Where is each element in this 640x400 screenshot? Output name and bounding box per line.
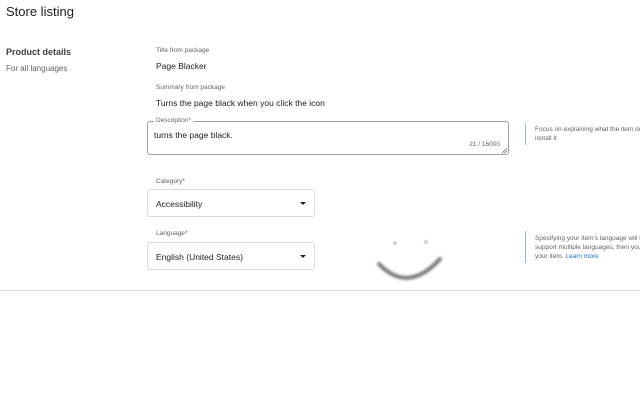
- section-subtitle: For all languages: [6, 64, 68, 73]
- description-hint-line: Focus on explaining what the item does: [535, 126, 640, 133]
- summary-from-package-label: Summary from package: [156, 84, 225, 91]
- language-selected-value: English (United States): [156, 252, 243, 262]
- description-text[interactable]: turns the page black.: [154, 130, 233, 140]
- language-select[interactable]: English (United States): [147, 242, 315, 270]
- description-textarea[interactable]: turns the page black. 21 / 16000: [147, 121, 509, 155]
- language-hint-line-last: your item. Learn more: [535, 252, 640, 261]
- category-select[interactable]: Accessibility: [147, 189, 315, 217]
- language-label: Language*: [156, 230, 188, 237]
- language-hint-line: support multiple languages, then you: [535, 244, 640, 251]
- language-hint-text: your item.: [535, 253, 564, 260]
- section-divider: [0, 290, 640, 291]
- title-from-package-label: Title from package: [156, 47, 210, 54]
- description-hint-line: install it: [535, 135, 557, 142]
- description-label: Description*: [154, 117, 194, 124]
- summary-from-package-value: Turns the page black when you click the …: [156, 98, 325, 108]
- store-listing-page: Store listing Product details For all la…: [0, 0, 640, 400]
- title-from-package-value: Page Blacker: [156, 61, 207, 71]
- description-hint: Focus on explaining what the item does i…: [525, 123, 640, 145]
- language-hint: Specifying your item's language will he …: [525, 231, 640, 263]
- category-label: Category*: [156, 178, 185, 185]
- resize-grip-icon[interactable]: [502, 148, 507, 153]
- section-title: Product details: [6, 47, 72, 57]
- dropdown-arrow-icon: [300, 255, 306, 258]
- learn-more-link[interactable]: Learn more: [565, 253, 598, 260]
- page-title: Store listing: [6, 4, 74, 19]
- smiley-face-icon: [377, 240, 442, 280]
- dropdown-arrow-icon: [300, 202, 306, 205]
- category-selected-value: Accessibility: [156, 199, 203, 209]
- description-char-counter: 21 / 16000: [469, 141, 500, 148]
- language-hint-line: Specifying your item's language will he: [535, 235, 640, 242]
